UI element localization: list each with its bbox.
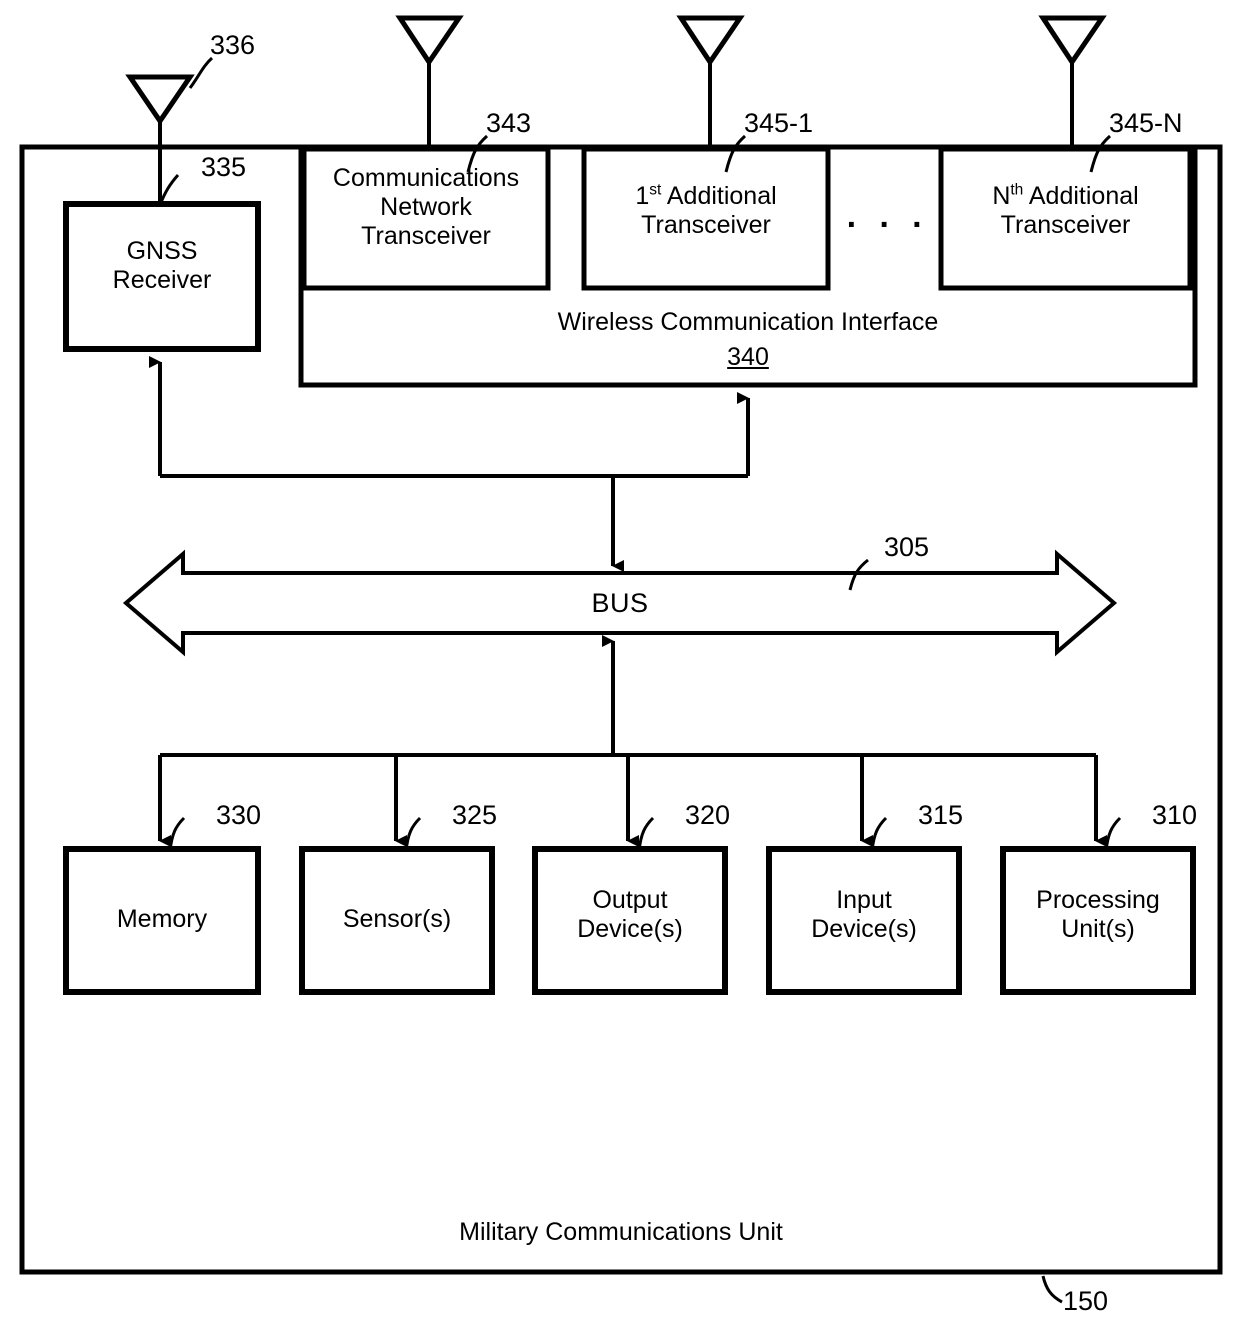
gnss-receiver-box <box>63 201 261 352</box>
processing-units-box <box>1000 846 1196 995</box>
antenna-nth-additional-icon <box>1038 15 1107 148</box>
first-additional-transceiver-box <box>581 146 831 291</box>
antenna-gnss-icon <box>125 74 195 203</box>
bus-lower-connector <box>158 635 1107 847</box>
communications-network-transceiver-box <box>301 146 551 291</box>
sensors-box <box>299 846 495 995</box>
patent-figure-military-communications-unit: 336 335 GNSS Receiver 343 Communications… <box>0 0 1240 1329</box>
antenna-communications-network-icon <box>395 15 464 148</box>
nth-additional-transceiver-box <box>938 146 1193 291</box>
input-devices-box <box>766 846 962 995</box>
output-devices-box <box>532 846 728 995</box>
bus-arrow-shape <box>122 549 1118 657</box>
bus-upper-connector <box>149 356 750 572</box>
figure-vector-layer <box>19 15 1223 1304</box>
outer-frame-military-communications-unit <box>19 144 1223 1275</box>
memory-box <box>63 846 261 995</box>
wireless-communication-interface-box <box>298 144 1198 388</box>
antenna-first-additional-icon <box>676 15 745 148</box>
